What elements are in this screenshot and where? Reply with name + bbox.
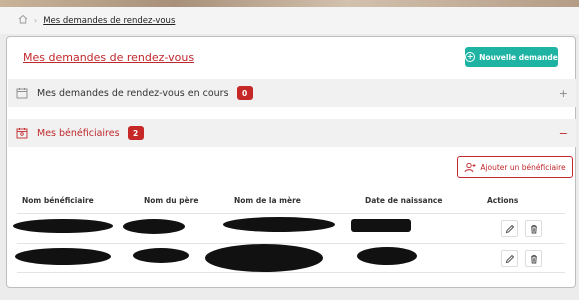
home-icon[interactable]: [18, 14, 34, 27]
section-beneficiaires-label: Mes bénéficiaires: [37, 127, 120, 139]
top-banner: [0, 0, 579, 7]
redacted-name: [15, 248, 111, 265]
add-beneficiary-button[interactable]: Ajouter un bénéficiaire: [457, 156, 573, 178]
delete-button[interactable]: [525, 250, 542, 267]
section-demandes[interactable]: Mes demandes de rendez-vous en cours 0 +: [8, 79, 576, 107]
redacted-mother: [205, 244, 323, 272]
beneficiaires-count-badge: 2: [127, 126, 144, 140]
table-header: Nom bénéficiaire Nom du père Nom de la m…: [7, 194, 575, 210]
redacted-birthdate: [351, 219, 411, 232]
delete-button[interactable]: [525, 220, 542, 237]
new-request-label: Nouvelle demande: [479, 52, 558, 62]
redacted-mother: [223, 217, 335, 232]
edit-icon: [505, 224, 514, 233]
plus-circle-icon: +: [465, 52, 476, 62]
redacted-name: [13, 219, 113, 233]
edit-button[interactable]: [501, 220, 518, 237]
section-demandes-label: Mes demandes de rendez-vous en cours: [37, 87, 229, 99]
col-nom-pere: Nom du père: [144, 196, 199, 205]
new-request-button[interactable]: + Nouvelle demande: [465, 47, 558, 67]
demandes-count-badge: 0: [236, 86, 253, 100]
redacted-father: [133, 248, 189, 263]
edit-button[interactable]: [501, 250, 518, 267]
redacted-birthdate: [357, 247, 417, 265]
trash-icon: [530, 254, 537, 263]
breadcrumb-current[interactable]: Mes demandes de rendez-vous: [43, 16, 175, 26]
redacted-father: [123, 219, 185, 234]
edit-icon: [505, 254, 514, 263]
breadcrumb: › Mes demandes de rendez-vous: [0, 7, 579, 34]
col-nom-beneficiaire: Nom bénéficiaire: [22, 196, 94, 205]
calendar-user-icon: [16, 128, 28, 139]
section-beneficiaires[interactable]: Mes bénéficiaires 2 −: [8, 119, 576, 147]
col-date-naissance: Date de naissance: [365, 196, 443, 205]
breadcrumb-separator: ›: [34, 16, 38, 25]
table-row: [15, 243, 565, 273]
calendar-icon: [16, 88, 28, 99]
col-nom-mere: Nom de la mère: [234, 196, 301, 205]
user-plus-icon: [464, 162, 476, 172]
table-row: [13, 213, 565, 243]
expand-toggle[interactable]: +: [559, 87, 568, 100]
page-title: Mes demandes de rendez-vous: [23, 51, 195, 64]
trash-icon: [530, 224, 537, 233]
main-card: Mes demandes de rendez-vous + Nouvelle d…: [6, 36, 576, 288]
collapse-toggle[interactable]: −: [559, 127, 568, 140]
add-beneficiary-label: Ajouter un bénéficiaire: [480, 162, 566, 172]
col-actions: Actions: [487, 196, 519, 205]
